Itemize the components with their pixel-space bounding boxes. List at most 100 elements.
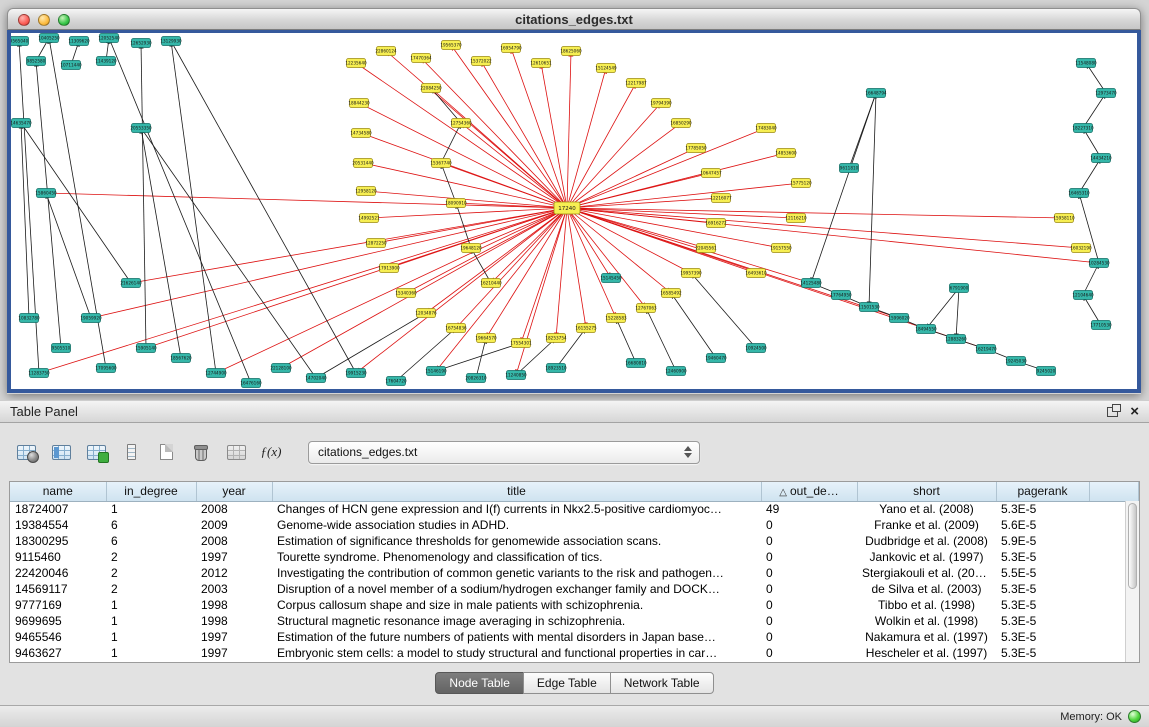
network-canvas[interactable]: 1724012235640228601241747036419565370153… (7, 30, 1141, 393)
graph-edge[interactable] (567, 208, 646, 308)
graph-node[interactable]: 15367740 (430, 159, 452, 168)
graph-edge[interactable] (36, 61, 61, 348)
table-cell[interactable]: 19384554 (10, 517, 106, 533)
table-cell[interactable]: Embryonic stem cells: a model to study s… (272, 645, 761, 661)
delete-table-button[interactable] (187, 439, 215, 465)
graph-node[interactable]: 18227310 (1072, 124, 1094, 133)
table-row[interactable]: 1830029562008Estimation of significance … (10, 533, 1139, 549)
graph-node[interactable]: 17764950 (830, 291, 852, 300)
show-columns-button[interactable] (47, 439, 75, 465)
table-cell[interactable]: 14569117 (10, 581, 106, 597)
table-cell[interactable]: Dudbridge et al. (2008) (857, 533, 996, 549)
graph-node[interactable]: 15996020 (888, 314, 910, 323)
graph-node[interactable]: 14125480 (800, 279, 822, 288)
graph-node[interactable]: 12052540 (98, 34, 120, 43)
graph-node[interactable]: 15860450 (35, 189, 57, 198)
table-cell[interactable]: 22420046 (10, 565, 106, 581)
graph-edge[interactable] (171, 41, 216, 373)
table-cell[interactable]: 1 (106, 501, 196, 517)
graph-edge[interactable] (456, 203, 471, 248)
graph-node[interactable]: 16032190 (1070, 244, 1092, 253)
graph-node[interactable]: 12610651 (530, 59, 552, 68)
graph-node[interactable]: 16219470 (975, 345, 997, 354)
graph-node[interactable]: 18253754 (545, 334, 567, 343)
table-cell[interactable]: 2 (106, 549, 196, 565)
table-cell[interactable]: 18724007 (10, 501, 106, 517)
close-button[interactable] (18, 14, 30, 26)
graph-node[interactable]: 16465310 (1068, 189, 1090, 198)
graph-node[interactable]: 15905140 (135, 344, 157, 353)
graph-node[interactable]: 12744900 (205, 369, 227, 378)
table-cell[interactable]: 0 (761, 533, 857, 549)
function-builder-button[interactable]: ƒ(x) (257, 439, 285, 465)
graph-node[interactable]: 17095600 (95, 364, 117, 373)
graph-node[interactable]: 19565370 (440, 41, 462, 50)
table-cell[interactable]: 5.5E-5 (996, 565, 1089, 581)
graph-edge[interactable] (146, 208, 567, 348)
graph-node[interactable]: 19460470 (705, 354, 727, 363)
table-cell[interactable]: 2008 (196, 501, 272, 517)
graph-node[interactable]: 12216077 (710, 194, 732, 203)
graph-edge[interactable] (131, 208, 567, 283)
graph-node[interactable]: 17785050 (685, 144, 707, 153)
table-cell[interactable]: 1 (106, 629, 196, 645)
graph-node[interactable]: 12973470 (1095, 89, 1117, 98)
table-scrollbar[interactable] (1125, 501, 1139, 662)
table-cell[interactable]: 18300295 (10, 533, 106, 549)
table-cell[interactable]: 1997 (196, 629, 272, 645)
graph-node[interactable]: 15124549 (595, 64, 617, 73)
graph-edge[interactable] (567, 83, 636, 208)
graph-edge[interactable] (567, 208, 616, 318)
graph-edge[interactable] (849, 93, 876, 168)
graph-node[interactable]: 9565040 (11, 37, 29, 46)
tab-node-table[interactable]: Node Table (435, 672, 524, 694)
table-row[interactable]: 946554611997Estimation of the future num… (10, 629, 1139, 645)
table-row[interactable]: 1872400712008Changes of HCN gene express… (10, 501, 1139, 517)
graph-node[interactable]: 12116210 (785, 214, 807, 223)
graph-edge[interactable] (141, 128, 316, 378)
select-columns-button[interactable] (82, 439, 110, 465)
graph-node[interactable]: 15146190 (425, 367, 447, 376)
graph-edge[interactable] (426, 208, 567, 313)
column-header-out_degree[interactable]: △out_de… (761, 482, 857, 501)
graph-node[interactable]: 16754836 (445, 324, 467, 333)
graph-node[interactable]: 12104640 (1072, 291, 1094, 300)
table-cell[interactable]: 6 (106, 533, 196, 549)
graph-node[interactable]: 14635470 (11, 119, 32, 128)
table-cell[interactable]: 2012 (196, 565, 272, 581)
graph-edge[interactable] (46, 193, 567, 208)
graph-node[interactable]: 19915230 (345, 369, 367, 378)
graph-node[interactable]: 19157550 (770, 244, 792, 253)
table-cell[interactable]: 6 (106, 517, 196, 533)
graph-node[interactable]: 9245020 (1037, 367, 1056, 376)
graph-node[interactable]: 10832780 (18, 314, 40, 323)
graph-node[interactable]: 22860124 (375, 47, 397, 56)
table-cell[interactable]: 9699695 (10, 613, 106, 629)
graph-edge[interactable] (671, 293, 716, 358)
graph-node[interactable]: 17554301 (510, 339, 532, 348)
table-cell[interactable]: Yano et al. (2008) (857, 501, 996, 517)
graph-node[interactable]: 13129930 (160, 37, 182, 46)
table-row[interactable]: 969969511998Structural magnetic resonanc… (10, 613, 1139, 629)
graph-node[interactable]: 16476160 (240, 379, 262, 388)
table-cell[interactable]: de Silva et al. (2003) (857, 581, 996, 597)
graph-edge[interactable] (567, 103, 661, 208)
graph-node[interactable]: 14853600 (775, 149, 797, 158)
import-table-button[interactable] (222, 439, 250, 465)
table-cell[interactable]: 5.9E-5 (996, 533, 1089, 549)
memory-status-label[interactable]: Memory: OK (1060, 711, 1122, 723)
table-cell[interactable]: Nakamura et al. (1997) (857, 629, 996, 645)
graph-node[interactable]: 19059920 (80, 314, 102, 323)
table-cell[interactable]: 9465546 (10, 629, 106, 645)
graph-edge[interactable] (567, 128, 766, 208)
graph-node[interactable]: 15145450 (600, 274, 622, 283)
table-row[interactable]: 1456911722003Disruption of a novel membe… (10, 581, 1139, 597)
graph-edge[interactable] (811, 93, 876, 283)
graph-node[interactable]: 20826310 (465, 374, 487, 383)
table-cell[interactable]: 1998 (196, 613, 272, 629)
graph-edge[interactable] (646, 308, 676, 371)
minimize-button[interactable] (38, 14, 50, 26)
graph-node[interactable]: 16954790 (500, 44, 522, 53)
table-cell[interactable]: 2003 (196, 581, 272, 597)
graph-node[interactable]: 18090910 (445, 199, 467, 208)
